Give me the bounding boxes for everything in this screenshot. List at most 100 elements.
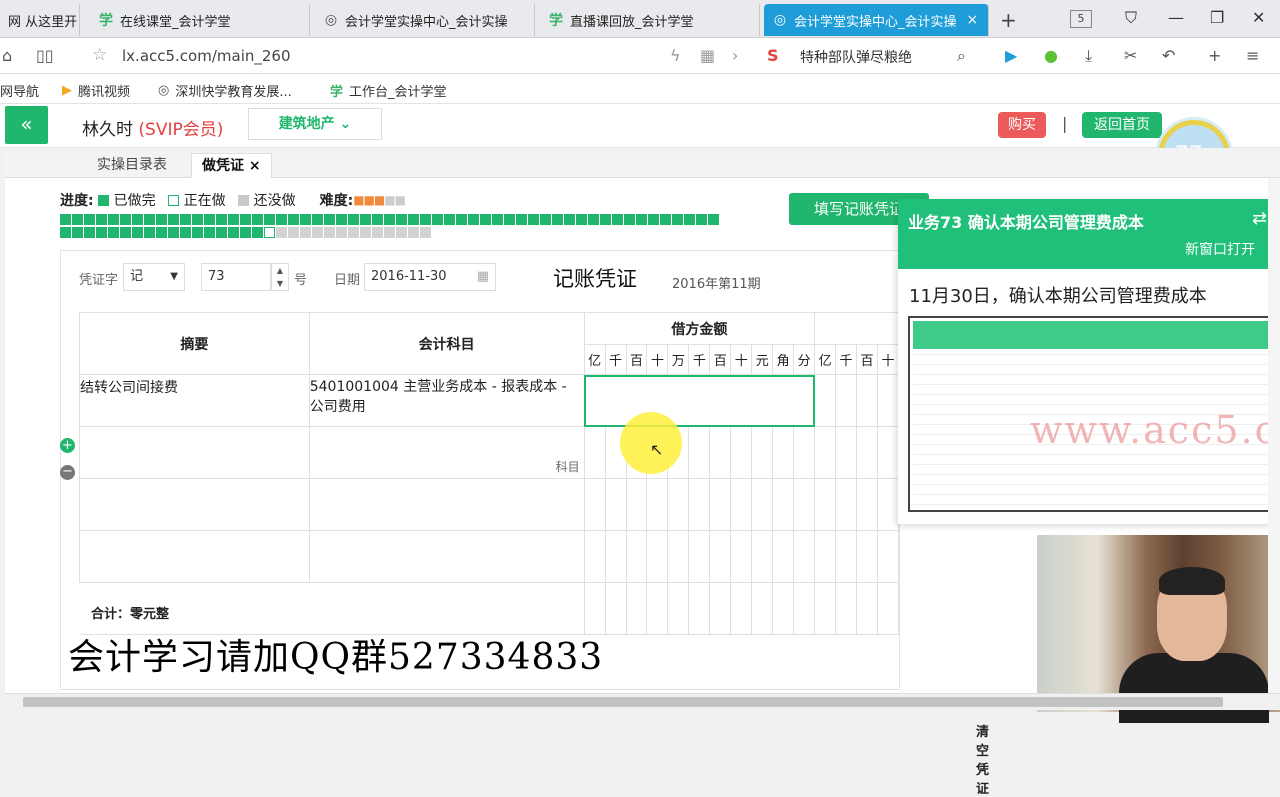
debit-digit-cell[interactable] <box>730 530 753 583</box>
debit-digit-cell[interactable] <box>709 530 732 583</box>
task-progress-cell[interactable] <box>216 214 227 225</box>
search-input[interactable]: 特种部队弹尽粮绝 <box>800 47 912 67</box>
task-progress-cell[interactable] <box>156 227 167 238</box>
debit-digit-cell[interactable] <box>709 478 732 531</box>
task-progress-cell[interactable] <box>612 214 623 225</box>
task-progress-cell[interactable] <box>396 214 407 225</box>
task-progress-cell[interactable] <box>108 214 119 225</box>
shirt-icon[interactable]: ⛉ <box>1125 8 1137 28</box>
task-progress-cell[interactable] <box>288 214 299 225</box>
task-progress-cell[interactable] <box>264 214 275 225</box>
task-progress-cell[interactable] <box>192 227 203 238</box>
credit-digit-cell[interactable] <box>856 426 878 479</box>
task-progress-cell[interactable] <box>576 214 587 225</box>
task-progress-cell[interactable] <box>540 214 551 225</box>
bookmark-star-icon[interactable]: ☆ <box>92 45 107 65</box>
scissors-icon[interactable]: ✂ <box>1124 46 1137 65</box>
plus-icon[interactable]: + <box>1208 46 1221 65</box>
task-progress-cell[interactable] <box>480 214 491 225</box>
new-tab-icon[interactable]: + <box>1000 8 1017 32</box>
task-progress-cell[interactable] <box>516 214 527 225</box>
url-input[interactable]: lx.acc5.com/main_260 <box>122 47 291 65</box>
task-progress-cell[interactable] <box>120 227 131 238</box>
debit-digit-cell[interactable] <box>730 426 753 479</box>
task-progress-cell[interactable] <box>96 227 107 238</box>
debit-digit-cell[interactable] <box>646 478 669 531</box>
task-progress-cell[interactable] <box>312 214 323 225</box>
browser-tab-2[interactable]: ◎ 会计学堂实操中心_会计实操 <box>315 4 535 36</box>
tab-catalog[interactable]: 实操目录表 <box>87 153 177 178</box>
task-progress-cell[interactable] <box>264 227 275 238</box>
bookmark-0[interactable]: 网导航 <box>0 81 39 100</box>
task-progress-cell[interactable] <box>276 227 287 238</box>
task-progress-cell[interactable] <box>660 214 671 225</box>
task-progress-cell[interactable] <box>144 227 155 238</box>
industry-dropdown[interactable]: 建筑地产 ⌄ <box>248 108 382 140</box>
credit-digit-cell[interactable] <box>835 478 857 531</box>
task-progress-cell[interactable] <box>312 227 323 238</box>
bookmark-2[interactable]: ◎ 深圳快学教育发展... <box>158 81 292 100</box>
task-progress-cell[interactable] <box>180 227 191 238</box>
debit-digit-cell[interactable] <box>667 530 690 583</box>
task-progress-cell[interactable] <box>636 214 647 225</box>
credit-digit-cell[interactable] <box>814 530 837 583</box>
browser-tab-3[interactable]: 学 直播课回放_会计学堂 <box>540 4 760 36</box>
task-progress-cell[interactable] <box>372 214 383 225</box>
summary-cell[interactable]: 结转公司间接费 <box>79 374 310 427</box>
summary-cell[interactable] <box>79 426 310 479</box>
task-progress-cell[interactable] <box>468 214 479 225</box>
minimize-icon[interactable]: — <box>1168 8 1184 27</box>
account-cell[interactable] <box>308 478 585 531</box>
task-progress-cell[interactable] <box>348 214 359 225</box>
credit-digit-cell[interactable] <box>856 478 878 531</box>
buy-button[interactable]: 购买 <box>998 112 1046 138</box>
task-progress-cell[interactable] <box>600 214 611 225</box>
debit-digit-cell[interactable] <box>709 426 732 479</box>
task-progress-cell[interactable] <box>360 214 371 225</box>
credit-digit-cell[interactable] <box>814 426 837 479</box>
debit-digit-cell[interactable] <box>688 530 711 583</box>
account-cell[interactable]: 5401001004 主营业务成本 - 报表成本 - 公司费用 <box>308 374 585 427</box>
tab-make-voucher[interactable]: 做凭证 × <box>191 153 272 178</box>
date-input[interactable]: 2016-11-30 ▦ <box>364 263 496 291</box>
download-icon[interactable]: ⤓ <box>1085 46 1092 66</box>
account-cell[interactable] <box>308 530 585 583</box>
task-progress-cell[interactable] <box>396 227 407 238</box>
task-progress-cell[interactable] <box>564 214 575 225</box>
summary-cell[interactable] <box>79 478 310 531</box>
debit-digit-cell[interactable] <box>793 426 816 479</box>
task-progress-cell[interactable] <box>648 214 659 225</box>
task-progress-cell[interactable] <box>228 227 239 238</box>
task-progress-cell[interactable] <box>288 227 299 238</box>
task-progress-cell[interactable] <box>300 227 311 238</box>
task-progress-cell[interactable] <box>192 214 203 225</box>
credit-digit-cell[interactable] <box>856 374 878 427</box>
summary-cell[interactable] <box>79 530 310 583</box>
task-progress-cell[interactable] <box>156 214 167 225</box>
bookmark-1[interactable]: ▶ 腾讯视频 <box>62 81 130 100</box>
task-progress-cell[interactable] <box>84 214 95 225</box>
debit-digit-cell[interactable] <box>604 530 627 583</box>
search-engine-icon[interactable]: S <box>767 46 779 65</box>
debit-digit-cell[interactable] <box>604 478 627 531</box>
credit-digit-cell[interactable] <box>814 374 837 427</box>
debit-digit-cell[interactable] <box>793 530 816 583</box>
task-progress-cell[interactable] <box>696 214 707 225</box>
clear-voucher-button[interactable]: 清空凭证 <box>976 721 989 797</box>
task-progress-cell[interactable] <box>372 227 383 238</box>
debit-digit-cell[interactable] <box>751 530 774 583</box>
delete-row-button[interactable]: − <box>60 465 75 480</box>
task-progress-cell[interactable] <box>588 214 599 225</box>
task-progress-cell[interactable] <box>180 214 191 225</box>
task-progress-cell[interactable] <box>108 227 119 238</box>
task-progress-cell[interactable] <box>96 214 107 225</box>
debit-digit-cell[interactable] <box>583 478 606 531</box>
task-progress-cell[interactable] <box>168 227 179 238</box>
debit-digit-cell[interactable] <box>751 478 774 531</box>
chat-icon[interactable]: ● <box>1044 46 1058 65</box>
task-progress-cell[interactable] <box>324 227 335 238</box>
debit-digit-cell[interactable] <box>583 530 606 583</box>
task-progress-cell[interactable] <box>420 227 431 238</box>
debit-digit-cell[interactable] <box>772 478 795 531</box>
credit-digit-cell[interactable] <box>856 530 878 583</box>
